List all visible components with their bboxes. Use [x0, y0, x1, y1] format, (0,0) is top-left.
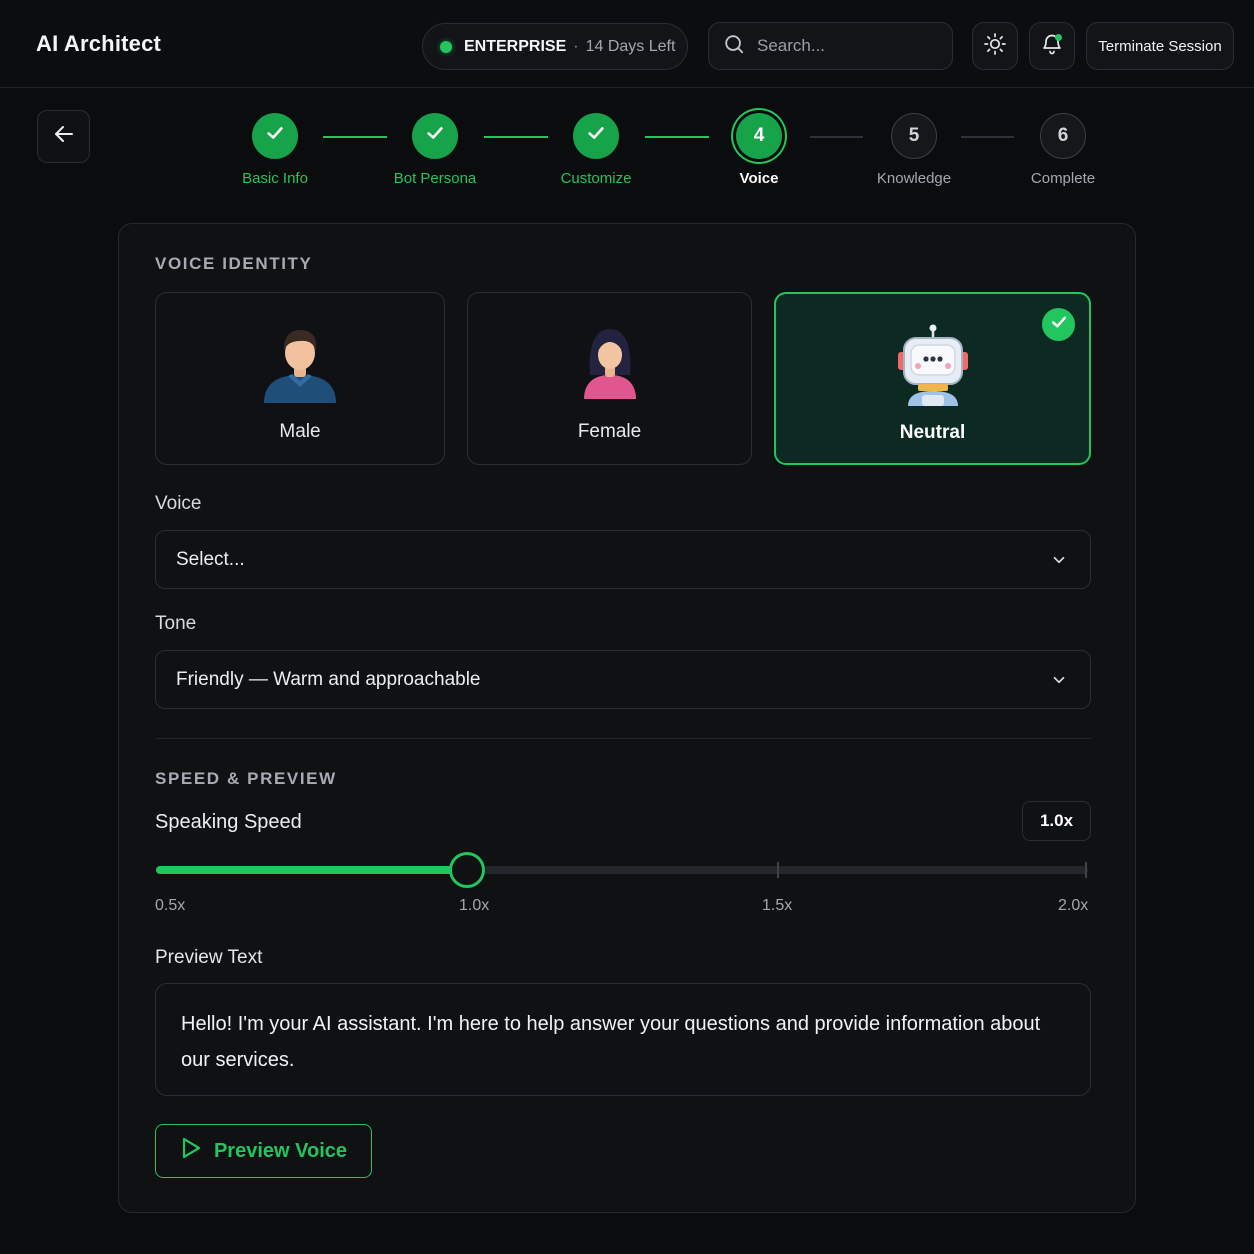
step-number: 4 — [736, 113, 782, 159]
voice-field-label: Voice — [155, 493, 202, 514]
voice-identity-title: VOICE IDENTITY — [155, 254, 313, 273]
preview-text-label: Preview Text — [155, 947, 263, 968]
step-basic-info[interactable]: Basic Info — [225, 113, 325, 187]
tone-field-label: Tone — [155, 613, 197, 634]
theme-toggle-button[interactable] — [972, 22, 1018, 70]
plan-badge[interactable]: ENTERPRISE · 14 Days Left — [422, 23, 688, 70]
notifications-button[interactable] — [1029, 22, 1075, 70]
arrow-left-icon — [52, 122, 76, 151]
voice-option-label: Female — [577, 421, 642, 442]
plan-name: ENTERPRISE — [464, 37, 567, 55]
voice-option-female[interactable]: Female — [467, 292, 752, 465]
preview-voice-button[interactable]: Preview Voice — [155, 1124, 372, 1178]
step-label: Voice — [739, 170, 779, 187]
selected-check-badge — [1042, 308, 1075, 341]
speed-value-badge: 1.0x — [1022, 801, 1091, 841]
voice-option-neutral[interactable]: Neutral — [774, 292, 1091, 465]
slider-tick-label: 1.0x — [459, 897, 490, 914]
notification-indicator — [1055, 34, 1062, 41]
terminate-session-button[interactable]: Terminate Session — [1086, 22, 1234, 70]
plan-separator: · — [573, 37, 579, 55]
plan-days-left: 14 Days Left — [585, 37, 676, 55]
step-number: 5 — [891, 113, 937, 159]
step-voice[interactable]: 4 Voice — [709, 113, 809, 187]
step-label: Bot Persona — [393, 170, 477, 187]
status-dot-icon — [440, 40, 452, 53]
top-header: AI Architect ENTERPRISE · 14 Days Left S… — [0, 0, 1254, 88]
slider-tick-label: 2.0x — [1058, 897, 1089, 914]
speed-slider-track[interactable] — [156, 866, 1088, 874]
check-icon — [264, 122, 286, 150]
voice-option-label: Neutral — [899, 422, 966, 443]
voice-select-value: Select... — [176, 548, 245, 570]
check-icon — [585, 122, 607, 150]
step-label: Customize — [560, 170, 632, 187]
step-check-circle — [252, 113, 298, 159]
slider-tick — [777, 862, 779, 878]
voice-option-male[interactable]: Male — [155, 292, 445, 465]
check-icon — [1049, 312, 1069, 337]
step-connector — [484, 136, 548, 138]
tone-select-value: Friendly — Warm and approachable — [176, 668, 481, 690]
step-check-circle — [412, 113, 458, 159]
step-connector — [961, 136, 1014, 138]
search-box[interactable] — [708, 22, 953, 70]
step-label: Knowledge — [876, 170, 952, 187]
slider-tick-label: 0.5x — [155, 897, 186, 914]
female-avatar-icon — [580, 323, 640, 404]
back-button[interactable] — [37, 110, 90, 163]
preview-textarea[interactable]: Hello! I'm your AI assistant. I'm here t… — [155, 983, 1091, 1096]
section-divider — [155, 738, 1091, 739]
speed-slider-thumb[interactable] — [448, 852, 485, 888]
slider-tick-label: 1.5x — [762, 897, 793, 914]
chevron-down-icon — [1050, 671, 1068, 695]
speed-slider-fill — [156, 866, 467, 874]
step-connector — [323, 136, 387, 138]
chevron-down-icon — [1050, 551, 1068, 575]
preview-voice-label: Preview Voice — [213, 1139, 348, 1162]
voice-option-label: Male — [279, 421, 321, 442]
check-icon — [424, 122, 446, 150]
step-label: Basic Info — [242, 170, 308, 187]
app-brand: AI Architect — [36, 31, 162, 56]
step-bot-persona[interactable]: Bot Persona — [385, 113, 485, 187]
step-complete[interactable]: 6 Complete — [1013, 113, 1113, 187]
male-avatar-icon — [262, 323, 338, 408]
step-label: Complete — [1030, 170, 1096, 187]
speaking-speed-label: Speaking Speed — [155, 811, 302, 833]
slider-tick — [1085, 862, 1087, 878]
step-number: 6 — [1040, 113, 1086, 159]
tone-select[interactable]: Friendly — Warm and approachable — [155, 650, 1091, 709]
step-connector — [810, 136, 863, 138]
sun-icon — [983, 32, 1007, 61]
play-icon — [180, 1136, 202, 1166]
speed-preview-title: SPEED & PREVIEW — [155, 769, 337, 788]
step-connector — [645, 136, 709, 138]
step-check-circle — [573, 113, 619, 159]
search-icon — [723, 33, 745, 60]
step-knowledge[interactable]: 5 Knowledge — [864, 113, 964, 187]
robot-avatar-icon — [894, 324, 972, 411]
voice-select[interactable]: Select... — [155, 530, 1091, 589]
search-input[interactable] — [757, 36, 937, 56]
step-customize[interactable]: Customize — [546, 113, 646, 187]
